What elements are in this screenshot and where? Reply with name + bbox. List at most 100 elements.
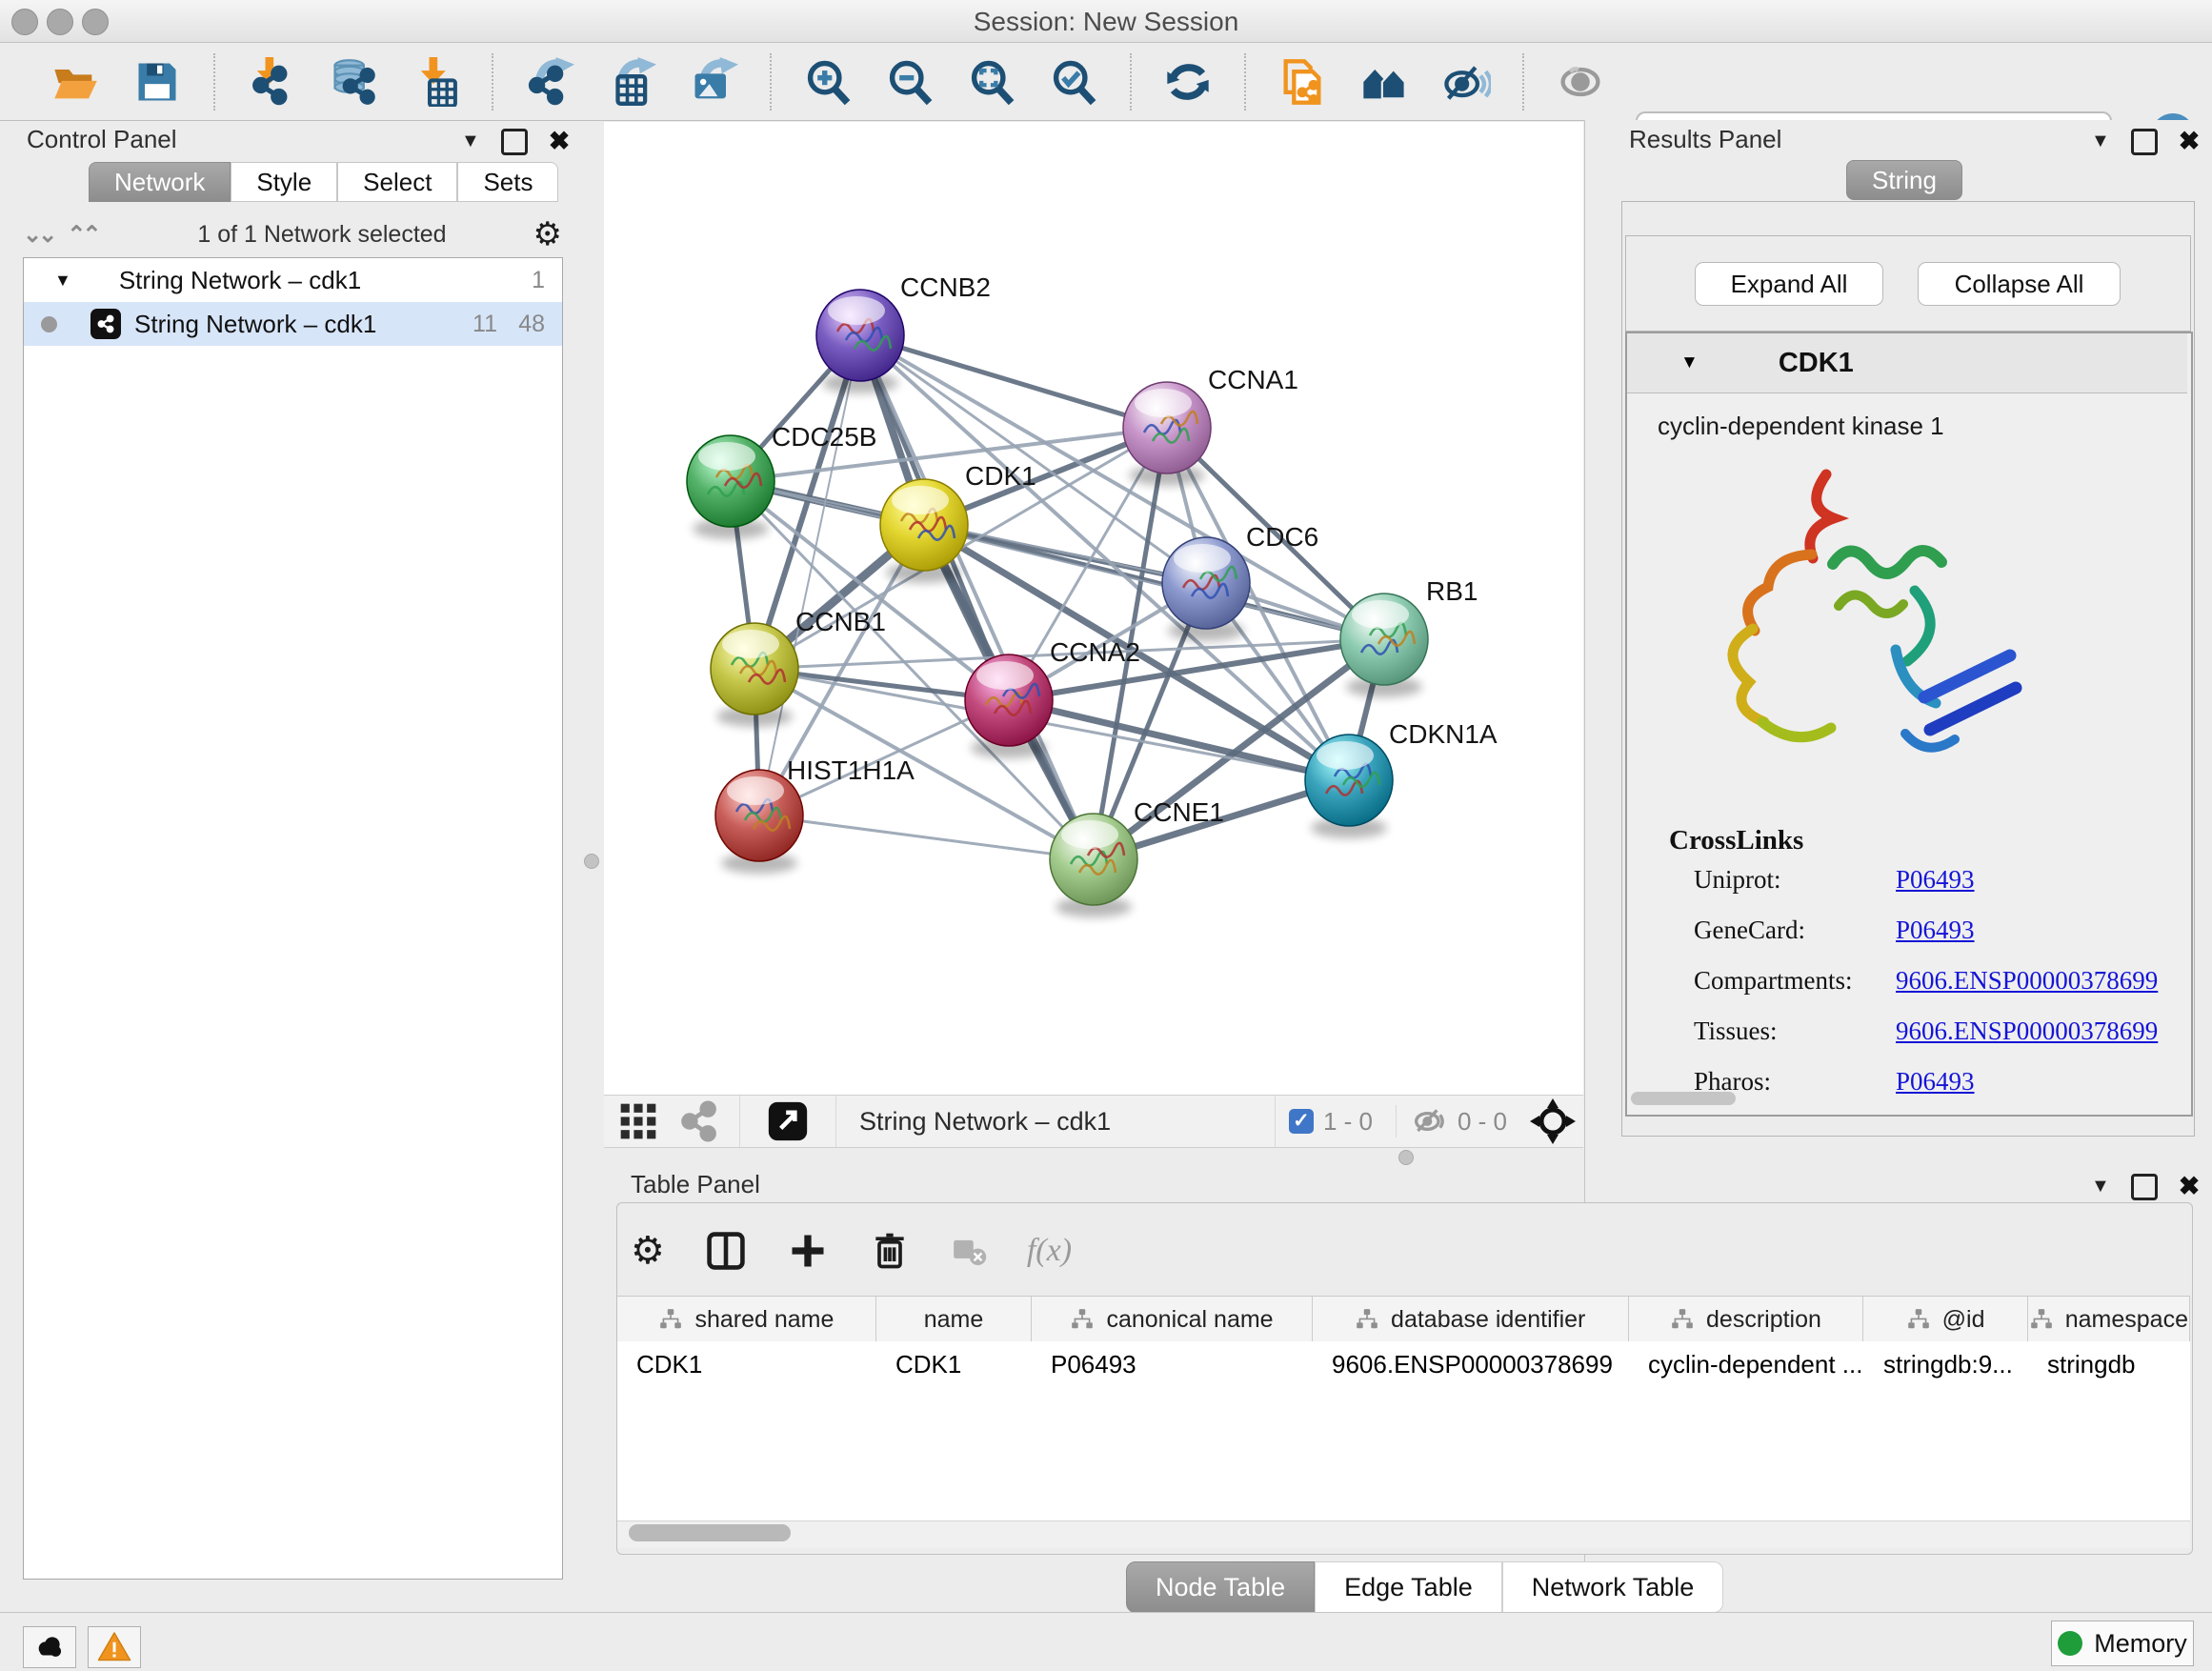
table-cell[interactable]: stringdb:9... bbox=[1864, 1341, 2028, 1387]
table-h-scrollbar[interactable] bbox=[617, 1520, 2190, 1548]
share-view-icon[interactable] bbox=[678, 1094, 720, 1149]
hidden-eye-icon[interactable] bbox=[1410, 1094, 1448, 1149]
refresh-icon[interactable] bbox=[1160, 54, 1216, 110]
selected-checkbox-icon[interactable]: ✓ bbox=[1289, 1109, 1314, 1134]
bottom-splitter-handle[interactable] bbox=[1398, 1150, 1414, 1165]
tab-select[interactable]: Select bbox=[337, 162, 457, 202]
crosslink-value-link[interactable]: 9606.ENSP00000378699 bbox=[1896, 1017, 2158, 1046]
export-table-icon[interactable] bbox=[604, 54, 659, 110]
add-column-icon[interactable] bbox=[787, 1230, 829, 1272]
node-CDC25B[interactable] bbox=[687, 435, 774, 539]
panel-float-icon[interactable] bbox=[2131, 129, 2158, 155]
expand-all-icon[interactable]: ⌃⌃ bbox=[67, 221, 97, 249]
tab-network[interactable]: Network bbox=[89, 162, 231, 202]
table-options-gear-icon[interactable]: ⚙ bbox=[631, 1229, 665, 1273]
panel-float-icon[interactable] bbox=[501, 129, 528, 155]
table-cell[interactable]: 9606.ENSP00000378699 bbox=[1313, 1341, 1629, 1387]
eye-visible-icon[interactable] bbox=[1438, 54, 1494, 110]
left-splitter-handle[interactable] bbox=[584, 854, 599, 869]
node-CCNA1[interactable] bbox=[1123, 382, 1211, 486]
column-header--id[interactable]: @id bbox=[1863, 1297, 2027, 1342]
tab-network-table[interactable]: Network Table bbox=[1502, 1561, 1724, 1613]
table-cell[interactable]: CDK1 bbox=[617, 1341, 876, 1387]
import-table-icon[interactable] bbox=[408, 54, 463, 110]
table-h-scrollbar-thumb[interactable] bbox=[629, 1524, 791, 1541]
birds-eye-icon[interactable] bbox=[1530, 1094, 1576, 1149]
show-columns-icon[interactable] bbox=[705, 1230, 747, 1272]
collapse-all-button[interactable]: Collapse All bbox=[1918, 262, 2121, 306]
import-database-icon[interactable] bbox=[326, 54, 381, 110]
crosslink-value-link[interactable]: P06493 bbox=[1896, 865, 1975, 895]
export-network-icon[interactable] bbox=[522, 54, 577, 110]
panel-collapse-icon[interactable]: ▼ bbox=[2091, 131, 2110, 152]
warning-button[interactable] bbox=[88, 1626, 141, 1668]
eye-hidden-icon[interactable] bbox=[1553, 54, 1608, 110]
network-collection-row[interactable]: ▼ String Network – cdk1 1 bbox=[24, 258, 562, 302]
column-header-namespace[interactable]: namespace bbox=[2028, 1297, 2190, 1342]
tab-style[interactable]: Style bbox=[231, 162, 337, 202]
node-CDKN1A[interactable] bbox=[1305, 735, 1393, 838]
column-header-description[interactable]: description bbox=[1629, 1297, 1864, 1342]
crosslink-value-link[interactable]: P06493 bbox=[1896, 1067, 1975, 1097]
panel-collapse-icon[interactable]: ▼ bbox=[461, 131, 480, 152]
open-folder-icon[interactable] bbox=[48, 54, 103, 110]
panel-close-icon[interactable]: ✖ bbox=[549, 127, 571, 156]
tab-edge-table[interactable]: Edge Table bbox=[1315, 1561, 1502, 1613]
crosslink-value-link[interactable]: P06493 bbox=[1896, 916, 1975, 945]
zoom-fit-icon[interactable] bbox=[964, 54, 1019, 110]
node-RB1[interactable] bbox=[1340, 594, 1428, 697]
column-header-name[interactable]: name bbox=[876, 1297, 1032, 1342]
column-header-shared-name[interactable]: shared name bbox=[617, 1297, 876, 1342]
network-graph[interactable]: CCNB2CCNA1CDC25BCDK1CDC6RB1CCNB1CCNA2CDK… bbox=[604, 122, 1583, 1095]
node-CCNB1[interactable] bbox=[711, 623, 798, 727]
node-CCNA2[interactable] bbox=[965, 654, 1053, 758]
column-header-canonical-name[interactable]: canonical name bbox=[1032, 1297, 1313, 1342]
node-HIST1H1A[interactable] bbox=[715, 770, 803, 874]
zoom-in-icon[interactable] bbox=[800, 54, 855, 110]
tab-sets[interactable]: Sets bbox=[457, 162, 558, 202]
automation-cloud-button[interactable] bbox=[23, 1626, 76, 1668]
memory-button[interactable]: Memory bbox=[2051, 1621, 2194, 1666]
save-icon[interactable] bbox=[130, 54, 185, 110]
results-scrollbar[interactable] bbox=[1631, 1092, 1736, 1105]
node-CDK1[interactable] bbox=[880, 479, 968, 583]
edge-CCNB2-CCNA1[interactable] bbox=[860, 335, 1167, 428]
node-CCNE1[interactable] bbox=[1050, 814, 1137, 917]
column-header-database-identifier[interactable]: database identifier bbox=[1313, 1297, 1629, 1342]
grid-view-icon[interactable] bbox=[617, 1094, 659, 1149]
tree-column-icon bbox=[1355, 1307, 1379, 1332]
panel-close-icon[interactable]: ✖ bbox=[2179, 1172, 2201, 1201]
crosslink-value-link[interactable]: 9606.ENSP00000378699 bbox=[1896, 966, 2158, 996]
table-cell[interactable]: CDK1 bbox=[876, 1341, 1032, 1387]
collapse-entry-icon[interactable]: ▼ bbox=[1680, 352, 1699, 373]
network-options-gear-icon[interactable]: ⚙ bbox=[533, 215, 562, 253]
node-count: 11 bbox=[473, 311, 497, 338]
tree-expander-icon[interactable]: ▼ bbox=[54, 271, 71, 291]
expand-all-button[interactable]: Expand All bbox=[1695, 262, 1883, 306]
duplicate-network-icon[interactable] bbox=[1275, 54, 1330, 110]
network-home-icon[interactable] bbox=[1357, 54, 1412, 110]
zoom-out-icon[interactable] bbox=[882, 54, 937, 110]
table-row[interactable]: CDK1CDK1P064939606.ENSP00000378699cyclin… bbox=[617, 1341, 2190, 1387]
node-result-header[interactable]: ▼ CDK1 bbox=[1627, 333, 2187, 393]
node-CDC6[interactable] bbox=[1162, 537, 1250, 641]
open-in-window-icon[interactable] bbox=[767, 1094, 809, 1149]
delete-column-icon[interactable] bbox=[869, 1230, 911, 1272]
panel-float-icon[interactable] bbox=[2131, 1174, 2158, 1200]
node-CCNB2[interactable] bbox=[816, 290, 904, 393]
edge-CCNE1-HIST1H1A[interactable] bbox=[759, 815, 1094, 859]
network-row[interactable]: String Network – cdk1 11 48 bbox=[24, 302, 562, 346]
tab-node-table[interactable]: Node Table bbox=[1126, 1561, 1315, 1613]
tab-string[interactable]: String bbox=[1846, 160, 1962, 200]
collapse-all-icon[interactable]: ⌄⌄ bbox=[23, 221, 53, 249]
panel-close-icon[interactable]: ✖ bbox=[2179, 127, 2201, 156]
export-image-icon[interactable] bbox=[686, 54, 741, 110]
panel-collapse-icon[interactable]: ▼ bbox=[2091, 1176, 2110, 1198]
network-canvas[interactable]: CCNB2CCNA1CDC25BCDK1CDC6RB1CCNB1CCNA2CDK… bbox=[604, 122, 1583, 1095]
table-cell[interactable]: cyclin-dependent ... bbox=[1629, 1341, 1864, 1387]
table-cell[interactable]: stringdb bbox=[2028, 1341, 2190, 1387]
import-network-icon[interactable] bbox=[244, 54, 299, 110]
edge-CCNB2-HIST1H1A[interactable] bbox=[759, 335, 860, 815]
table-cell[interactable]: P06493 bbox=[1032, 1341, 1313, 1387]
zoom-selected-icon[interactable] bbox=[1046, 54, 1101, 110]
